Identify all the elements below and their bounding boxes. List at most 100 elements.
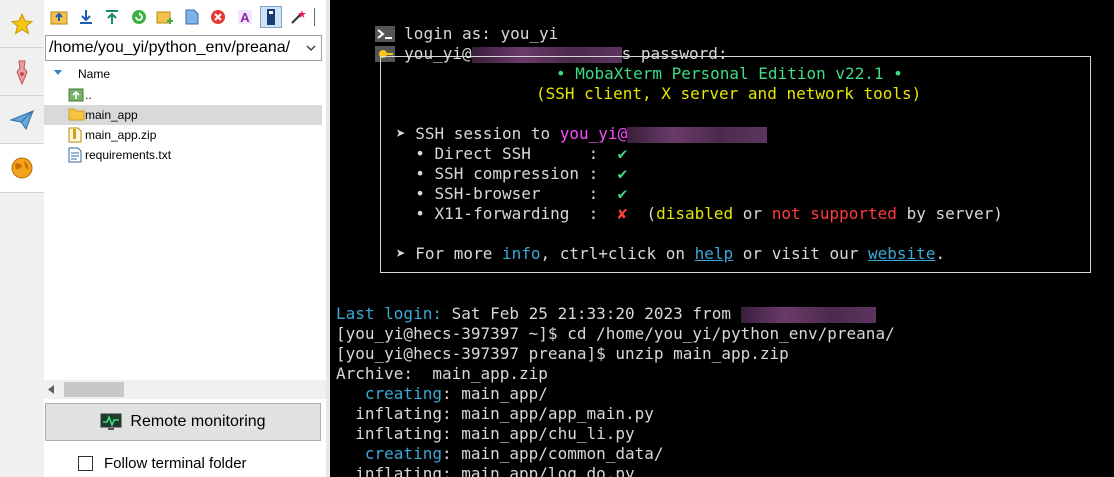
- feature-label: • SSH compression :: [396, 164, 618, 183]
- scroll-left-icon[interactable]: [48, 385, 54, 394]
- unzip-action: creating: [336, 444, 442, 463]
- upload-button[interactable]: [101, 6, 123, 28]
- list-item[interactable]: main_app: [44, 105, 322, 125]
- horizontal-scrollbar[interactable]: [44, 380, 326, 399]
- unzip-action: inflating: [336, 404, 442, 423]
- terminal-line: • SSH-browser : ✔: [396, 184, 627, 204]
- cross-icon: ✘: [617, 204, 628, 223]
- globe-icon: [11, 157, 33, 179]
- x11-by-server: by server): [896, 204, 1003, 223]
- redacted-host: [627, 126, 768, 143]
- text-a-icon: A: [237, 10, 252, 25]
- column-header[interactable]: Name: [44, 64, 322, 84]
- new-folder-icon: [156, 11, 173, 24]
- check-icon: ✔: [617, 144, 628, 163]
- list-item[interactable]: ..: [44, 85, 322, 105]
- new-folder-button[interactable]: [154, 6, 176, 28]
- toolbar-separator: [313, 6, 315, 28]
- refresh-icon: [131, 10, 146, 24]
- terminal-line: creating: main_app/: [336, 384, 548, 404]
- more-info-mid: , ctrl+click on: [540, 244, 695, 263]
- last-login-label: Last login:: [336, 304, 442, 323]
- refresh-button[interactable]: [128, 6, 150, 28]
- terminal-line: creating: main_app/common_data/: [336, 444, 664, 464]
- x11-note: (: [627, 204, 657, 223]
- unzip-path: : main_app/: [441, 384, 548, 403]
- list-item[interactable]: main_app.zip: [44, 125, 322, 145]
- text-file-icon: [68, 147, 82, 163]
- terminal-line: Archive: main_app.zip: [336, 364, 548, 383]
- zip-file-icon: [68, 127, 82, 143]
- redacted-host: [740, 306, 876, 323]
- terminal-line: [you_yi@hecs-397397 ~]$ cd /home/you_yi/…: [336, 324, 895, 343]
- sort-down-icon: [54, 70, 62, 75]
- unzip-path: : main_app/common_data/: [441, 444, 664, 463]
- feature-label: • X11-forwarding :: [396, 204, 618, 223]
- terminal-line: • X11-forwarding : ✘ (disabled or not su…: [396, 204, 1003, 224]
- terminal-line: • Direct SSH : ✔: [396, 144, 627, 164]
- column-name-label: Name: [78, 67, 111, 81]
- sftp-browser: A /home/you_yi/python_env/preana/ Name .…: [44, 0, 326, 477]
- side-tab-bar: [0, 0, 45, 477]
- unzip-path: : main_app/app_main.py: [441, 404, 654, 423]
- file-name: main_app: [85, 108, 138, 122]
- folder-up-icon: [68, 88, 84, 102]
- tools-icon: [15, 60, 28, 85]
- permissions-button[interactable]: [260, 6, 282, 28]
- folder-icon: [68, 108, 85, 121]
- ssh-session-user: you_yi@: [559, 124, 628, 143]
- terminal-line: login as: you_yi: [336, 4, 558, 43]
- list-item[interactable]: requirements.txt: [44, 145, 322, 165]
- star-icon: [10, 12, 33, 35]
- unzip-action: inflating: [336, 424, 442, 443]
- follow-terminal-checkbox[interactable]: [78, 456, 93, 471]
- magic-wand-icon: [290, 10, 306, 24]
- tab-macros[interactable]: [0, 96, 43, 144]
- more-info-prefix: ➤ For more: [396, 244, 502, 263]
- remote-monitoring-label: Remote monitoring: [130, 413, 266, 430]
- x11-not-supported: not supported: [771, 204, 897, 223]
- delete-button[interactable]: [207, 6, 229, 28]
- file-properties-icon: [267, 9, 275, 25]
- x11-or: or: [733, 204, 772, 223]
- feature-label: • SSH-browser :: [396, 184, 618, 203]
- upload-icon: [106, 10, 118, 24]
- help-link[interactable]: help: [695, 244, 734, 263]
- file-name: requirements.txt: [85, 148, 172, 162]
- new-file-button[interactable]: [181, 6, 203, 28]
- monitor-icon: [100, 413, 122, 430]
- folder-up-icon: [50, 11, 68, 25]
- go-home-button[interactable]: [48, 6, 70, 28]
- terminal-line: • SSH compression : ✔: [396, 164, 627, 184]
- unzip-path: : main_app/log_do.py: [441, 464, 635, 477]
- path-combobox[interactable]: /home/you_yi/python_env/preana/: [45, 35, 322, 61]
- website-link[interactable]: website: [868, 244, 935, 263]
- terminal-line: inflating: main_app/log_do.py: [336, 464, 635, 477]
- delete-icon: [211, 10, 225, 24]
- unzip-action: inflating: [336, 464, 442, 477]
- terminal-line: inflating: main_app/app_main.py: [336, 404, 654, 424]
- rename-button[interactable]: A: [234, 6, 256, 28]
- terminal-line: [you_yi@hecs-397397 preana]$ unzip main_…: [336, 344, 789, 363]
- tab-sessions[interactable]: [0, 0, 43, 48]
- more-info-end: .: [935, 244, 946, 263]
- follow-terminal-option[interactable]: Follow terminal folder: [78, 455, 247, 472]
- banner-title: • MobaXterm Personal Edition v22.1 •: [556, 64, 903, 83]
- scrollbar-thumb[interactable]: [64, 382, 124, 397]
- file-name: ..: [85, 88, 92, 102]
- terminal[interactable]: login as: you_yi you_yi@ s password: • Mo…: [330, 0, 1114, 477]
- download-button[interactable]: [75, 6, 97, 28]
- unzip-path: : main_app/chu_li.py: [441, 424, 635, 443]
- svg-text:A: A: [240, 10, 250, 25]
- follow-terminal-label: Follow terminal folder: [104, 455, 247, 472]
- tab-sftp[interactable]: [0, 144, 45, 193]
- remote-monitoring-button[interactable]: Remote monitoring: [45, 403, 321, 441]
- chevron-down-icon[interactable]: [305, 41, 317, 55]
- banner-subtitle: (SSH client, X server and network tools): [536, 84, 922, 103]
- check-icon: ✔: [617, 184, 628, 203]
- tab-tools[interactable]: [0, 48, 43, 96]
- download-icon: [79, 10, 92, 24]
- magic-button[interactable]: [287, 6, 309, 28]
- unzip-action: creating: [336, 384, 442, 403]
- x11-disabled: disabled: [656, 204, 734, 223]
